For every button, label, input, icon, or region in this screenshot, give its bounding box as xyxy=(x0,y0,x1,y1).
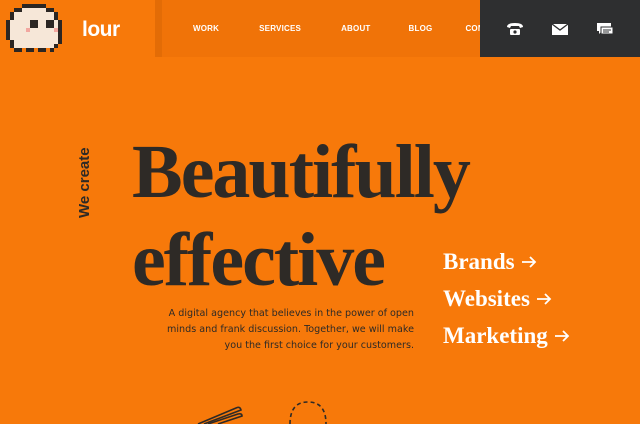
main-nav: WORK SERVICES ABOUT BLOG CONTACT xyxy=(162,0,505,57)
logo[interactable]: lour xyxy=(6,4,136,52)
service-link-brands[interactable]: Brands xyxy=(443,243,570,280)
headline-line-1: Beautifully xyxy=(132,130,471,214)
service-link-websites[interactable]: Websites xyxy=(443,280,570,317)
arrow-right-icon xyxy=(536,292,552,305)
nav-work[interactable]: WORK xyxy=(193,24,219,33)
arrow-right-icon xyxy=(554,329,570,342)
mail-icon[interactable] xyxy=(550,21,570,37)
services-list: Brands Websites Marketing xyxy=(443,243,570,354)
nav-services[interactable]: SERVICES xyxy=(259,24,301,33)
service-label: Websites xyxy=(443,285,530,311)
nav-blog[interactable]: BLOG xyxy=(409,24,433,33)
service-label: Marketing xyxy=(443,322,548,348)
hero-tagline: We create xyxy=(76,147,93,218)
nav-about[interactable]: ABOUT xyxy=(341,24,370,33)
pencils-doodle-icon xyxy=(197,406,243,424)
phone-icon[interactable] xyxy=(505,21,525,37)
hero-headline: Beautifully effective xyxy=(132,128,471,304)
headline-line-2: effective xyxy=(132,218,386,302)
chat-icon[interactable] xyxy=(595,21,615,37)
service-label: Brands xyxy=(443,248,515,274)
hero-intro: A digital agency that believes in the po… xyxy=(167,308,414,351)
logo-text: lour xyxy=(82,18,120,41)
ghost-logo-icon xyxy=(6,4,62,52)
dashed-circle-doodle-icon xyxy=(289,401,327,424)
contact-bar xyxy=(480,0,640,57)
arrow-right-icon xyxy=(521,255,536,268)
service-link-marketing[interactable]: Marketing xyxy=(443,317,570,354)
